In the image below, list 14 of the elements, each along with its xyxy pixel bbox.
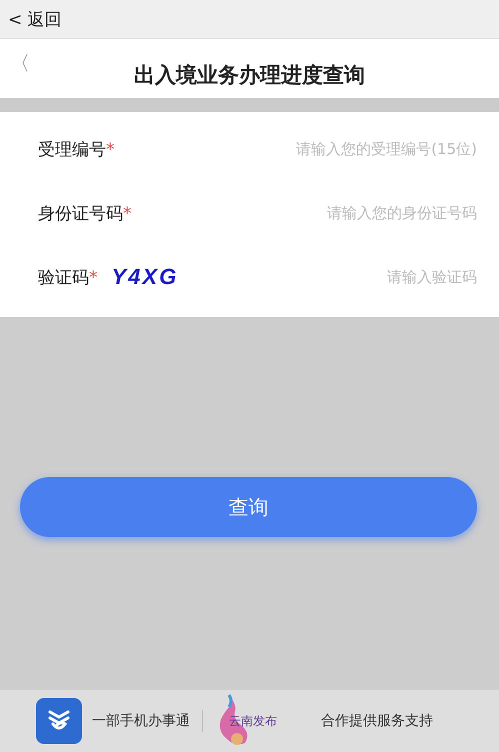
back-button[interactable]: 〈 <box>10 53 30 73</box>
field-label: 受理编号* <box>38 138 114 160</box>
back-link[interactable]: < 返回 <box>8 8 62 30</box>
app-logo-icon <box>36 698 82 744</box>
field-label: 身份证号码* <box>38 202 132 224</box>
captcha-code[interactable]: Y4XG <box>112 264 178 290</box>
page-title: 出入境业务办理进度查询 <box>134 62 365 88</box>
input-field[interactable]: 请输入您的受理编号(15位) <box>114 140 477 158</box>
input-field[interactable]: 请输入验证码 <box>178 268 477 286</box>
query-button[interactable]: 查询 <box>20 477 477 537</box>
field-label: 验证码* <box>38 266 98 288</box>
app-name: 一部手机办事通 <box>92 712 190 730</box>
input-field[interactable]: 请输入您的身份证号码 <box>132 204 477 222</box>
support-note: 合作提供服务支持 <box>321 712 433 730</box>
